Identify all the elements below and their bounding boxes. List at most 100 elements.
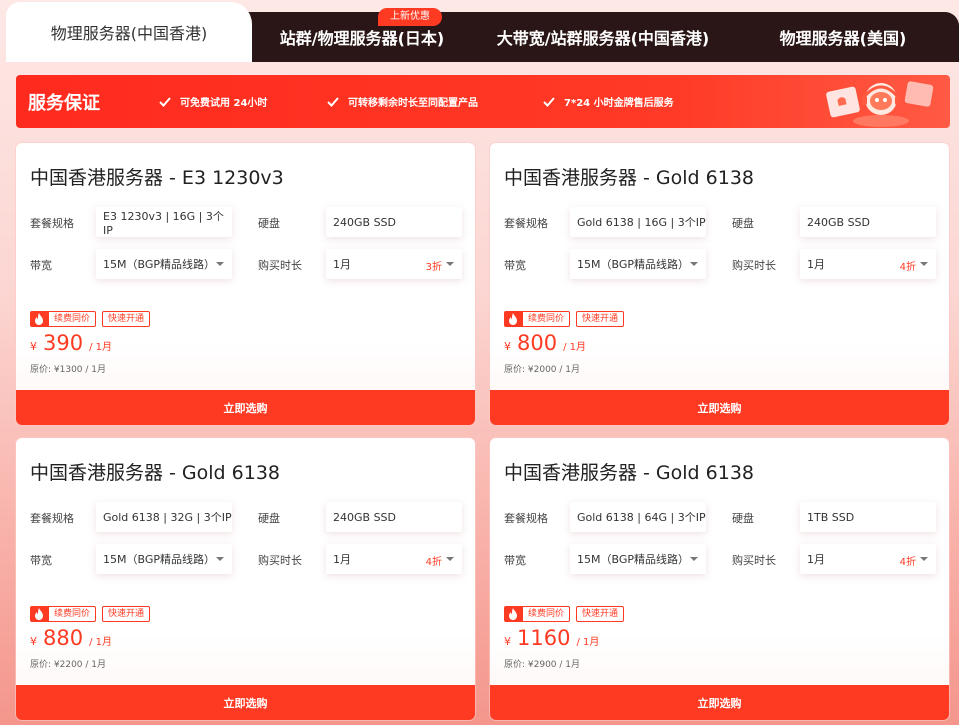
fire-icon: [504, 606, 522, 622]
chevron-down-icon: [690, 262, 698, 266]
check-icon: [327, 96, 339, 107]
check-icon: [543, 96, 555, 107]
spec-label: 套餐规格: [504, 217, 548, 230]
fast-activation-tag: 快速开通: [576, 311, 625, 327]
currency-symbol: ¥: [30, 635, 37, 648]
guarantee-item: 可转移剩余时长至同配置产品: [326, 94, 478, 109]
discount-badge: 3折: [425, 262, 442, 273]
product-title: 中国香港服务器 - Gold 6138: [30, 462, 281, 484]
guarantee-item: 可免费试用 24小时: [158, 94, 267, 109]
buy-now-button[interactable]: 立即选购: [490, 685, 949, 720]
service-guarantee-banner: 服务保证 可免费试用 24小时 可转移剩余时长至同配置产品 7*24 小时金牌售…: [16, 75, 950, 128]
discount-badge: 4折: [899, 262, 916, 273]
duration-label: 购买时长: [732, 259, 776, 272]
tab-hk-physical[interactable]: 物理服务器(中国香港): [6, 2, 252, 62]
renew-same-price-tag: 续费同价: [522, 606, 571, 622]
guarantee-text: 7*24 小时金牌售后服务: [564, 98, 674, 109]
chevron-down-icon: [446, 557, 454, 561]
product-title: 中国香港服务器 - E3 1230v3: [30, 167, 284, 189]
product-card: 中国香港服务器 - Gold 6138 套餐规格 Gold 6138 | 64G…: [490, 438, 949, 720]
disk-label: 硬盘: [732, 217, 754, 230]
original-price: 原价: ¥2200 / 1月: [30, 660, 107, 670]
bandwidth-select[interactable]: 15M（BGP精品线路）: [570, 249, 706, 279]
chevron-down-icon: [446, 262, 454, 266]
bandwidth-label: 带宽: [504, 554, 526, 567]
price-amount: 800: [517, 331, 558, 355]
disk-value: 240GB SSD: [326, 207, 462, 237]
bandwidth-value: 15M（BGP精品线路）: [103, 258, 215, 271]
chevron-down-icon: [690, 557, 698, 561]
chevron-down-icon: [216, 262, 224, 266]
new-offer-badge: 上新优惠: [378, 8, 442, 26]
currency-symbol: ¥: [504, 340, 511, 353]
fast-activation-tag: 快速开通: [102, 606, 151, 622]
duration-select[interactable]: 1月 3折: [326, 249, 462, 279]
renew-same-price-tag: 续费同价: [48, 311, 97, 327]
price-amount: 880: [43, 626, 84, 650]
price-period: / 1月: [576, 637, 600, 648]
duration-select[interactable]: 1月 4折: [326, 544, 462, 574]
bandwidth-label: 带宽: [504, 259, 526, 272]
spec-value: Gold 6138 | 64G | 3个IP: [570, 502, 706, 532]
buy-now-button[interactable]: 立即选购: [16, 390, 475, 425]
feature-tags: 续费同价 快速开通: [30, 606, 151, 622]
fire-icon: [504, 311, 522, 327]
disk-value: 1TB SSD: [800, 502, 936, 532]
price-amount: 390: [43, 331, 84, 355]
bandwidth-select[interactable]: 15M（BGP精品线路）: [570, 544, 706, 574]
price-period: / 1月: [563, 342, 587, 353]
spec-label: 套餐规格: [30, 217, 74, 230]
discount-badge: 4折: [899, 557, 916, 568]
chevron-down-icon: [216, 557, 224, 561]
price: ¥ 800 / 1月: [504, 331, 586, 355]
fire-icon: [30, 606, 48, 622]
check-icon: [159, 96, 171, 107]
price-amount: 1160: [517, 626, 571, 650]
guarantee-item: 7*24 小时金牌售后服务: [542, 94, 674, 109]
spec-label: 套餐规格: [504, 512, 548, 525]
product-card: 中国香港服务器 - Gold 6138 套餐规格 Gold 6138 | 16G…: [490, 143, 949, 425]
banner-title: 服务保证: [28, 92, 100, 114]
original-price: 原价: ¥1300 / 1月: [30, 365, 107, 375]
product-card: 中国香港服务器 - E3 1230v3 套餐规格 E3 1230v3 | 16G…: [16, 143, 475, 425]
feature-tags: 续费同价 快速开通: [504, 311, 625, 327]
duration-value: 1月: [807, 553, 825, 566]
disk-label: 硬盘: [732, 512, 754, 525]
tab-hk-bandwidth[interactable]: 大带宽/站群服务器(中国香港): [478, 12, 728, 62]
spec-label: 套餐规格: [30, 512, 74, 525]
disk-label: 硬盘: [258, 512, 280, 525]
support-mascot-icon: [826, 81, 934, 127]
tab-us-physical[interactable]: 物理服务器(美国): [736, 12, 950, 62]
chevron-down-icon: [920, 557, 928, 561]
duration-label: 购买时长: [258, 554, 302, 567]
buy-now-button[interactable]: 立即选购: [16, 685, 475, 720]
chevron-down-icon: [920, 262, 928, 266]
original-price: 原价: ¥2900 / 1月: [504, 660, 581, 670]
buy-now-button[interactable]: 立即选购: [490, 390, 949, 425]
price: ¥ 390 / 1月: [30, 331, 112, 355]
bandwidth-label: 带宽: [30, 259, 52, 272]
spec-value: Gold 6138 | 32G | 3个IP: [96, 502, 232, 532]
guarantee-text: 可免费试用 24小时: [180, 98, 268, 109]
duration-label: 购买时长: [732, 554, 776, 567]
currency-symbol: ¥: [504, 635, 511, 648]
bandwidth-select[interactable]: 15M（BGP精品线路）: [96, 249, 232, 279]
duration-select[interactable]: 1月 4折: [800, 544, 936, 574]
original-price: 原价: ¥2000 / 1月: [504, 365, 581, 375]
price: ¥ 1160 / 1月: [504, 626, 599, 650]
bandwidth-select[interactable]: 15M（BGP精品线路）: [96, 544, 232, 574]
product-tabs: 物理服务器(中国香港) 站群/物理服务器(日本) 大带宽/站群服务器(中国香港)…: [0, 0, 959, 62]
bandwidth-value: 15M（BGP精品线路）: [577, 553, 689, 566]
spec-value: E3 1230v3 | 16G | 3个IP: [96, 207, 232, 237]
renew-same-price-tag: 续费同价: [48, 606, 97, 622]
duration-value: 1月: [333, 553, 351, 566]
renew-same-price-tag: 续费同价: [522, 311, 571, 327]
price-period: / 1月: [89, 342, 113, 353]
bandwidth-value: 15M（BGP精品线路）: [577, 258, 689, 271]
bandwidth-label: 带宽: [30, 554, 52, 567]
product-title: 中国香港服务器 - Gold 6138: [504, 462, 755, 484]
fast-activation-tag: 快速开通: [576, 606, 625, 622]
feature-tags: 续费同价 快速开通: [30, 311, 151, 327]
guarantee-text: 可转移剩余时长至同配置产品: [348, 98, 478, 109]
duration-select[interactable]: 1月 4折: [800, 249, 936, 279]
